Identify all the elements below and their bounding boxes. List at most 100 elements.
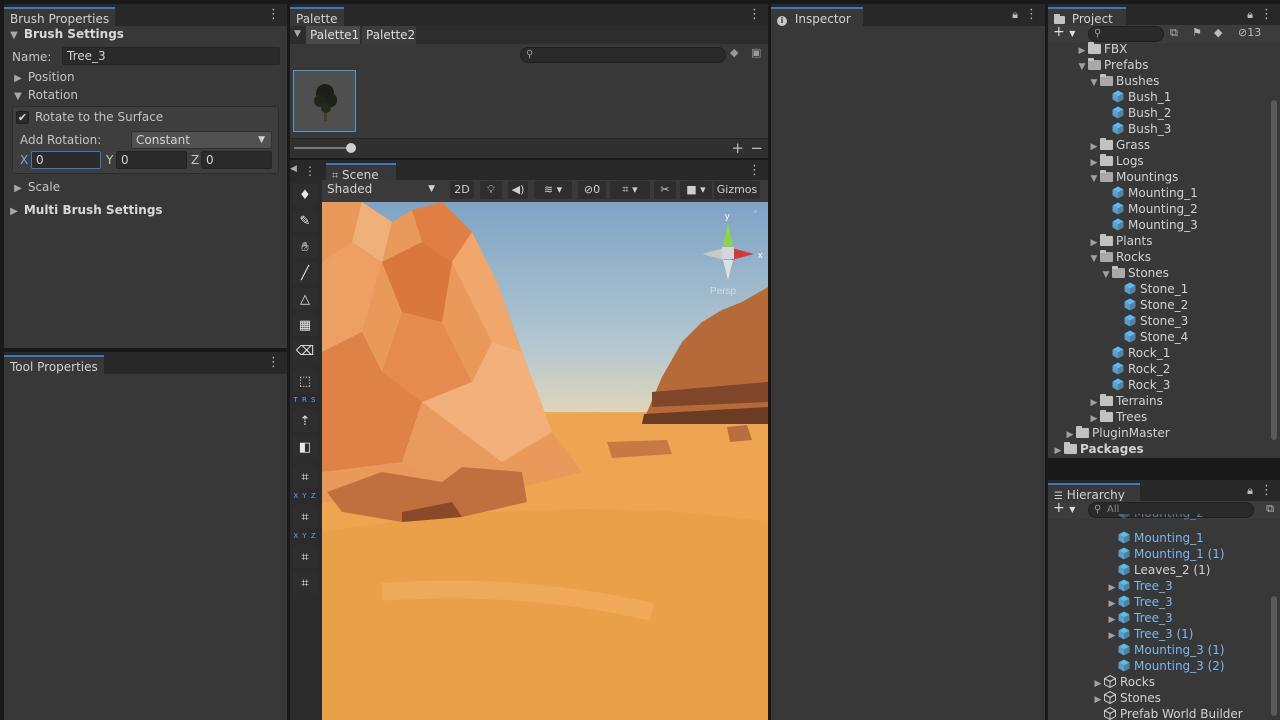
search-by-label-icon[interactable]: ⚑ — [1192, 26, 1202, 39]
palette-collapse-icon[interactable]: ▼ — [294, 29, 301, 39]
palette-subtab-2[interactable]: Palette2 — [362, 26, 416, 44]
hierarchy-scrollbar[interactable] — [1271, 596, 1277, 716]
project-tree-item[interactable]: ▶ Terrains — [1088, 393, 1266, 409]
line-tool-button[interactable]: ╱ — [293, 262, 317, 284]
lighting-toggle-button[interactable]: 💡︎ — [480, 181, 502, 199]
snap-grid-button[interactable]: ⌗ — [293, 466, 317, 488]
palette-label-icon[interactable]: ◆ — [730, 46, 738, 59]
scene-collapse-icon[interactable]: ◀ — [290, 164, 297, 174]
grid-lock-button[interactable]: ⌗ — [293, 546, 317, 568]
palette-frame-icon[interactable]: ▣ — [751, 46, 761, 59]
palette-menu-icon[interactable]: ⋮ — [748, 7, 761, 23]
hierarchy-tree-item[interactable]: ▶ Rocks — [1092, 674, 1266, 690]
project-search-input[interactable] — [1088, 26, 1164, 42]
palette-remove-button[interactable]: − — [750, 139, 763, 157]
tiling-tool-button[interactable]: ▦ — [293, 314, 317, 336]
thumb-size-slider[interactable] — [294, 143, 356, 153]
hidden-objects-button[interactable]: ⊘0 — [578, 181, 606, 199]
scale-foldout[interactable]: ▶ Scale — [12, 178, 287, 196]
slider-handle[interactable] — [346, 143, 356, 153]
project-tree-item[interactable]: Mounting_1 — [1100, 185, 1266, 201]
hierarchy-tree-item[interactable]: ▶ Stones — [1092, 690, 1266, 706]
hierarchy-tree-item[interactable]: Mounting_3 (1)› — [1106, 642, 1266, 658]
hidden-packages-button[interactable]: ⊘13 — [1238, 26, 1261, 39]
project-tree-item[interactable]: ▼ Prefabs — [1076, 57, 1266, 73]
hierarchy-tree-item[interactable]: ▶Tree_3› — [1106, 578, 1266, 594]
project-tree-item[interactable]: ▼ Bushes — [1088, 73, 1266, 89]
expand-closed-icon[interactable]: ▶ — [1052, 443, 1064, 458]
project-menu-icon[interactable]: ⋮ — [1260, 7, 1273, 23]
hierarchy-tree-item[interactable]: Prefab World Builder — [1092, 706, 1266, 720]
project-tree-item[interactable]: Stone_3 — [1112, 313, 1266, 329]
project-tree-item[interactable]: ▼ Stones — [1100, 265, 1266, 281]
add-rotation-dropdown[interactable]: Constant ▼ — [131, 131, 272, 149]
tab-brush-properties[interactable]: Brush Properties — [4, 7, 116, 26]
project-tree-item[interactable]: ▶ Logs — [1088, 153, 1266, 169]
project-tree-item[interactable]: Bush_3 — [1100, 121, 1266, 137]
palette-search-input[interactable] — [520, 47, 726, 63]
extrude-tool-button[interactable]: ⇡ — [293, 410, 317, 432]
orientation-gizmo[interactable]: y x Persp ▫ — [688, 202, 768, 302]
project-tree-item[interactable]: ▶ PluginMaster — [1064, 425, 1266, 441]
scene-visibility-icon[interactable]: ⧉ — [1266, 502, 1274, 516]
project-tree-item[interactable]: Stone_2 — [1112, 297, 1266, 313]
project-tree-item[interactable]: Stone_4 — [1112, 329, 1266, 345]
project-tree-item[interactable]: ▼ Rocks — [1088, 249, 1266, 265]
search-by-type-icon[interactable]: ⧉ — [1170, 26, 1178, 40]
expand-open-icon[interactable]: ▼ — [1088, 171, 1100, 187]
hierarchy-tree-item[interactable]: ▶Tree_3› — [1106, 594, 1266, 610]
shape-tool-button[interactable]: △ — [293, 288, 317, 310]
hierarchy-tree-item[interactable]: ▶Tree_3 (1)› — [1106, 626, 1266, 642]
project-tree-item[interactable]: ▶ Plants — [1088, 233, 1266, 249]
audio-toggle-button[interactable]: ◀) — [508, 181, 528, 199]
expand-open-icon[interactable]: ▼ — [1076, 59, 1088, 75]
scene-left-menu-icon[interactable]: ⋮ — [304, 164, 316, 178]
palette-add-button[interactable]: + — [731, 139, 744, 157]
position-foldout[interactable]: ▶ Position — [12, 68, 287, 86]
tab-palette[interactable]: Palette — [290, 7, 344, 26]
hierarchy-tree-item[interactable]: ▶Tree_3› — [1106, 610, 1266, 626]
rotation-y-field[interactable]: 0 — [116, 151, 187, 169]
gravity-tool-button[interactable]: ✋︎ — [293, 236, 317, 258]
hierarchy-menu-icon[interactable]: ⋮ — [1260, 483, 1273, 499]
brush-panel-menu-icon[interactable]: ⋮ — [267, 7, 280, 23]
tab-inspector[interactable]: i Inspector — [771, 7, 863, 26]
project-tree-item[interactable]: Mounting_2 — [1100, 201, 1266, 217]
pin-tool-button[interactable]: ♦ — [293, 184, 317, 206]
camera-dropdown-button[interactable]: ■ ▾ — [680, 181, 712, 199]
shading-dropdown[interactable]: Shaded ▼ — [323, 181, 441, 199]
rotate-to-surface-row[interactable]: ✔ Rotate to the Surface — [16, 108, 287, 126]
project-tree-item[interactable]: Mounting_3 — [1100, 217, 1266, 233]
rotate-to-surface-checkbox[interactable]: ✔ — [16, 111, 29, 124]
hierarchy-tree-item[interactable]: Mounting_2 — [1106, 514, 1266, 521]
selection-tool-button[interactable]: ⬚ — [293, 370, 317, 392]
mirror-tool-button[interactable]: ◧ — [293, 436, 317, 458]
palette-brush-thumb[interactable] — [293, 70, 356, 132]
rotation-z-field[interactable]: 0 — [201, 151, 272, 169]
expand-open-icon[interactable]: ▼ — [1088, 75, 1100, 91]
palette-subtab-1[interactable]: Palette1 — [306, 26, 360, 44]
grid-dropdown-button[interactable]: ⌗ ▾ — [610, 181, 650, 199]
brush-settings-header[interactable]: ▼ Brush Settings — [8, 25, 287, 43]
gizmo-lock-icon[interactable]: ▫ — [754, 206, 757, 216]
scene-menu-icon[interactable]: ⋮ — [748, 163, 761, 179]
expand-open-icon[interactable]: ▼ — [1100, 267, 1112, 283]
project-tree-item[interactable]: Stone_1 — [1112, 281, 1266, 297]
expand-open-icon[interactable]: ▼ — [1088, 251, 1100, 267]
project-tree-item[interactable]: Rock_3 — [1100, 377, 1266, 393]
project-tree-item[interactable]: ▼ Mountings — [1088, 169, 1266, 185]
eraser-tool-button[interactable]: ⌫ — [293, 340, 317, 362]
rotation-foldout[interactable]: ▼ Rotation — [12, 86, 287, 104]
hierarchy-lock-icon[interactable]: 🔒︎ — [1244, 483, 1256, 499]
brush-tool-button[interactable]: ✎ — [293, 210, 317, 232]
project-tree-item[interactable]: ▶ FBX — [1076, 41, 1266, 57]
toggle-2d-button[interactable]: 2D — [450, 181, 474, 199]
tool-panel-menu-icon[interactable]: ⋮ — [267, 355, 280, 371]
tag-icon[interactable]: ◆ — [1214, 26, 1222, 39]
project-tree-item[interactable]: ▶ Trees — [1088, 409, 1266, 425]
project-add-button[interactable]: + ▼ — [1053, 24, 1075, 40]
project-tree-item[interactable]: Rock_1 — [1100, 345, 1266, 361]
hierarchy-tree-item[interactable]: Mounting_1 (1)› — [1106, 546, 1266, 562]
gizmos-button[interactable]: Gizmos — [714, 181, 760, 199]
hierarchy-tree-item[interactable]: Mounting_3 (2)› — [1106, 658, 1266, 674]
